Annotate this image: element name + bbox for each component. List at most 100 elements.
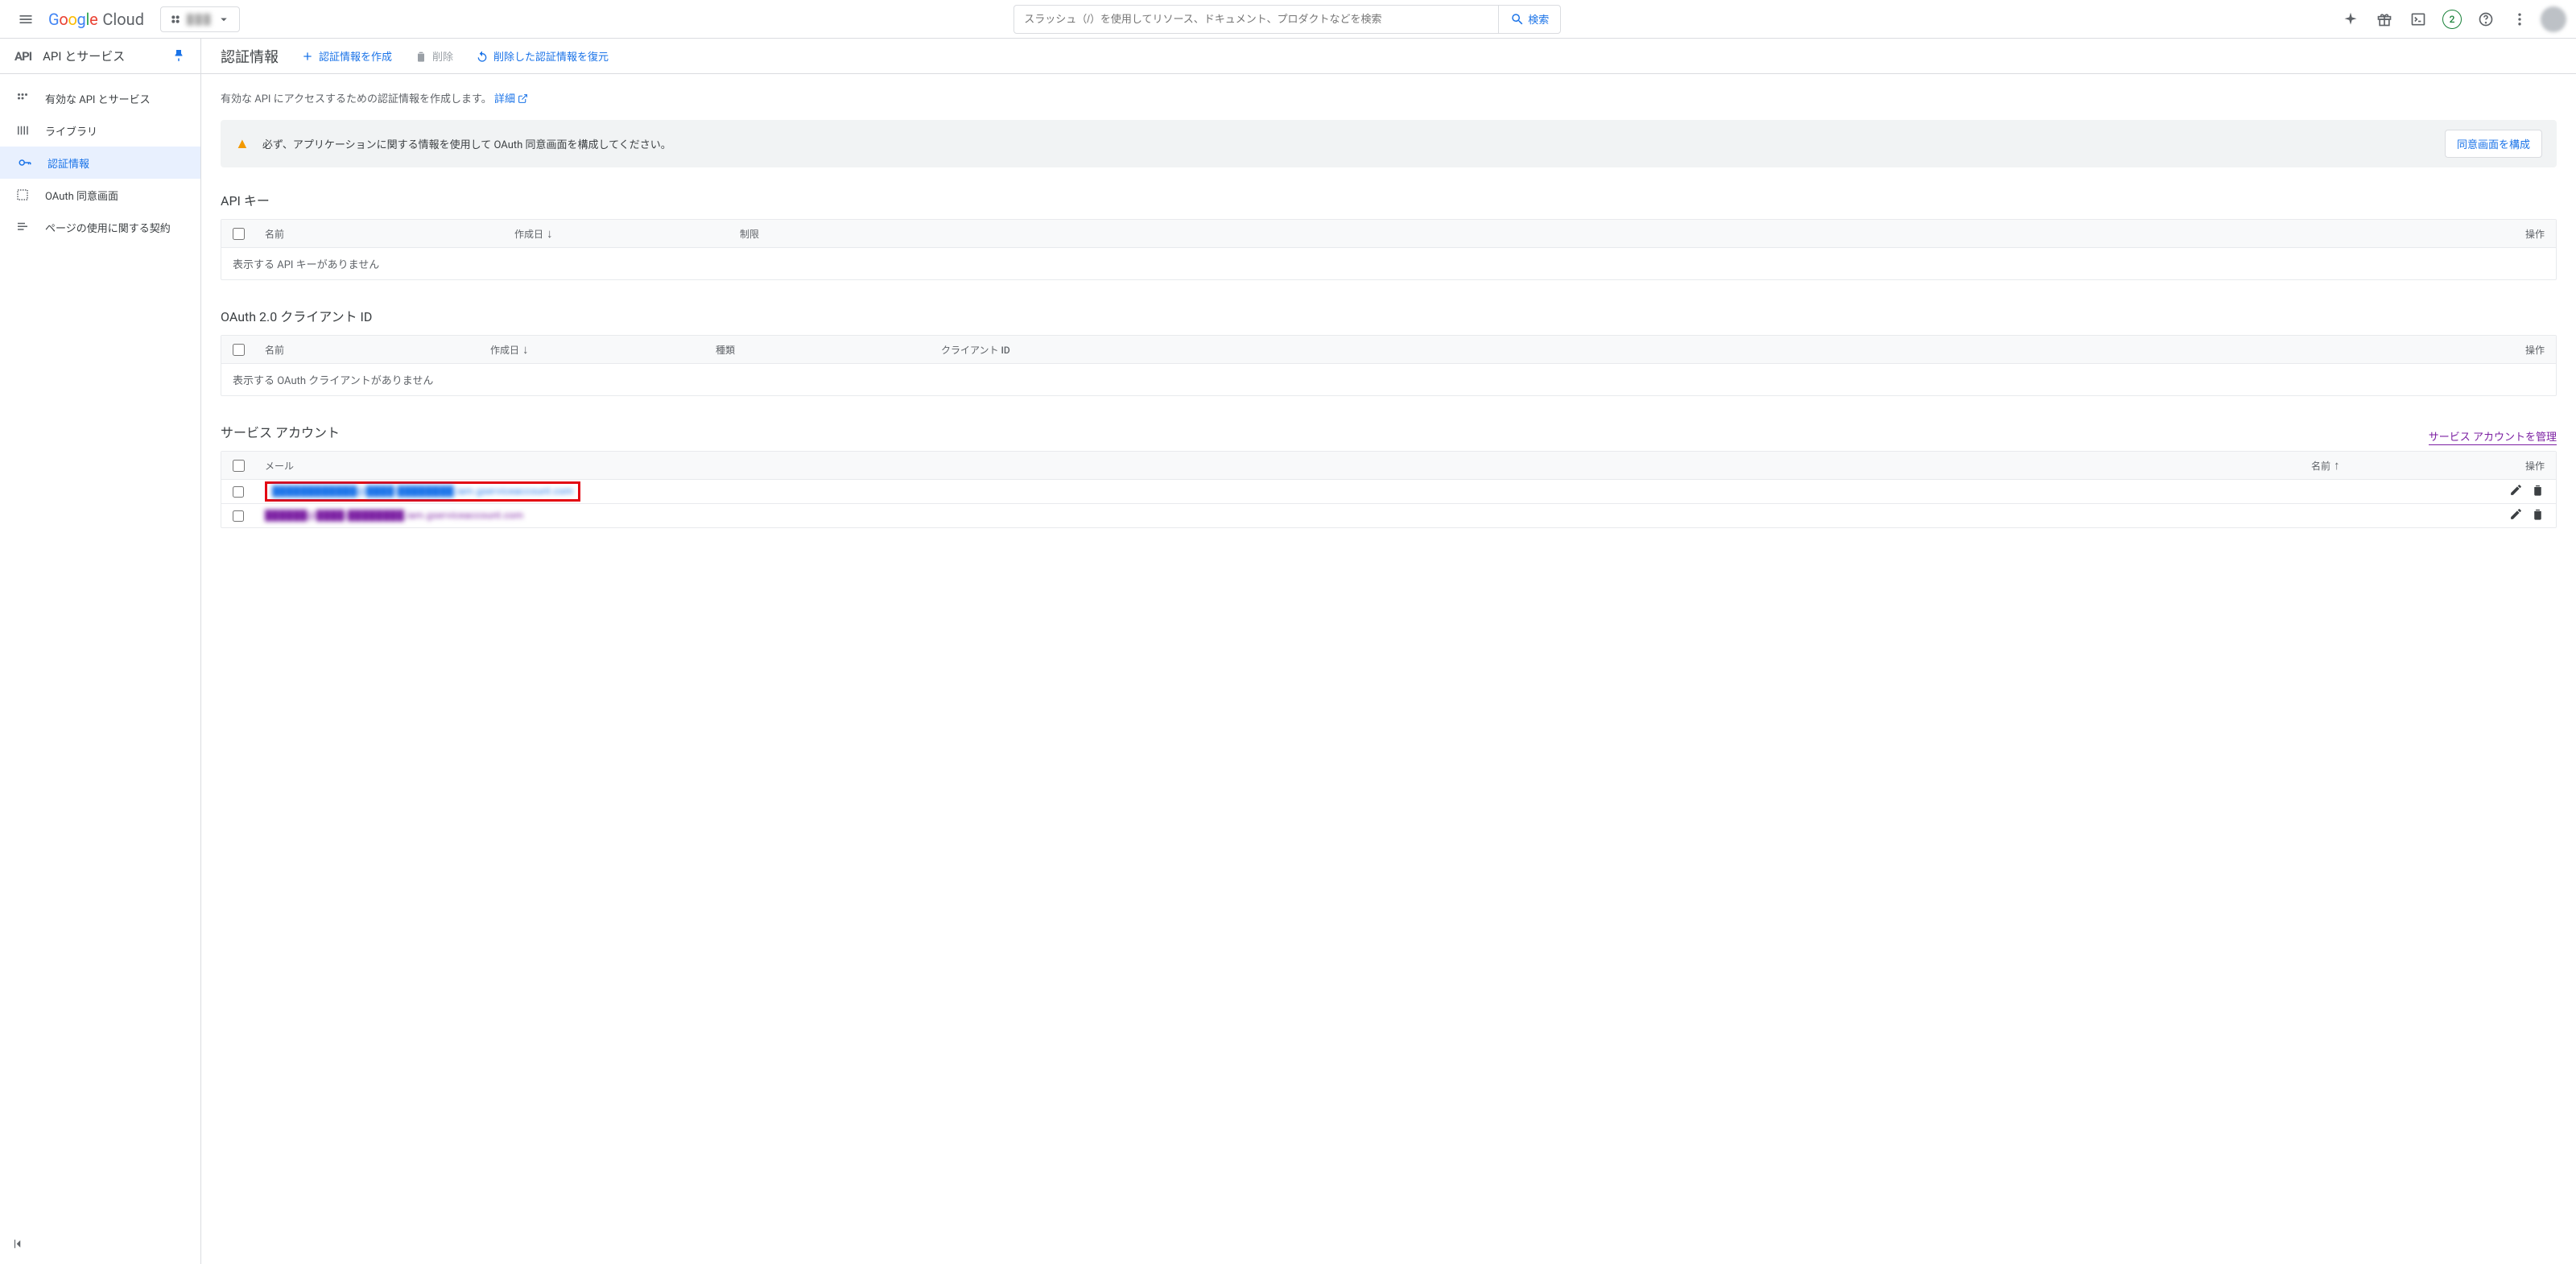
project-name-redacted: ███ bbox=[187, 14, 213, 25]
more-button[interactable] bbox=[2504, 3, 2536, 35]
sidebar-title: API とサービス bbox=[43, 48, 160, 64]
th-actions: 操作 bbox=[2504, 459, 2545, 473]
api-keys-section: API キー 名前 作成日 ↓ 制限 操作 表示する API キーがありません bbox=[221, 190, 2557, 280]
alert-text: 必ず、アプリケーションに関する情報を使用して OAuth 同意画面を構成してくだ… bbox=[262, 136, 671, 151]
plus-icon bbox=[301, 50, 314, 63]
th-name[interactable]: 名前 bbox=[265, 343, 490, 357]
table-row: ██████@████-████████.iam.gserviceaccount… bbox=[221, 503, 2556, 527]
help-icon bbox=[2478, 11, 2494, 27]
cloud-shell-button[interactable] bbox=[2402, 3, 2434, 35]
delete-row-button[interactable] bbox=[2531, 483, 2545, 501]
oauth-empty: 表示する OAuth クライアントがありません bbox=[221, 363, 2556, 395]
table-header: 名前 作成日 ↓ 制限 操作 bbox=[221, 220, 2556, 247]
nav-label: OAuth 同意画面 bbox=[45, 188, 118, 203]
api-keys-title: API キー bbox=[221, 190, 2557, 209]
nav-enabled-apis[interactable]: 有効な API とサービス bbox=[0, 82, 200, 114]
th-date[interactable]: 作成日 ↓ bbox=[514, 226, 740, 241]
service-accounts-table: メール 名前 ↑ 操作 ████████████@████-████████.i… bbox=[221, 451, 2557, 528]
project-hex-icon bbox=[169, 13, 182, 26]
configure-consent-button[interactable]: 同意画面を構成 bbox=[2445, 130, 2542, 158]
th-name[interactable]: 名前 bbox=[265, 227, 514, 241]
search-button[interactable]: 検索 bbox=[1498, 6, 1560, 33]
row-checkbox[interactable] bbox=[233, 510, 244, 522]
edit-button[interactable] bbox=[2509, 483, 2523, 501]
nav-library[interactable]: ライブラリ bbox=[0, 114, 200, 147]
collapse-sidebar-button[interactable] bbox=[11, 1237, 26, 1254]
delete-row-button[interactable] bbox=[2531, 507, 2545, 525]
table-header: 名前 作成日 ↓ 種類 クライアント ID 操作 bbox=[221, 336, 2556, 363]
google-cloud-logo[interactable]: Google Cloud bbox=[48, 10, 144, 29]
th-saname[interactable]: 名前 ↑ bbox=[2311, 458, 2504, 473]
nav-label: 認証情報 bbox=[47, 155, 89, 171]
top-header: Google Cloud ███ 検索 2 bbox=[0, 0, 2576, 39]
trash-icon bbox=[415, 50, 427, 63]
google-logo-text: Google bbox=[48, 10, 97, 29]
table-row: ████████████@████-████████.iam.gservicea… bbox=[221, 479, 2556, 503]
chevron-down-icon bbox=[217, 12, 231, 27]
sort-arrow-down-icon: ↓ bbox=[522, 342, 529, 357]
nav-page-usage[interactable]: ページの使用に関する契約 bbox=[0, 211, 200, 243]
restore-button[interactable]: 削除した認証情報を復元 bbox=[476, 48, 609, 64]
search-icon bbox=[1510, 12, 1525, 27]
manage-service-accounts-link[interactable]: サービス アカウントを管理 bbox=[2429, 428, 2557, 445]
delete-button[interactable]: 削除 bbox=[415, 48, 453, 64]
description-line: 有効な API にアクセスするための認証情報を作成します。 詳細 bbox=[221, 90, 2557, 105]
service-account-email-link[interactable]: ██████@████-████████.iam.gserviceaccount… bbox=[265, 510, 523, 521]
sidebar: API API とサービス 有効な API とサービス ライブラリ 認証情報 O… bbox=[0, 39, 201, 1264]
table-header: メール 名前 ↑ 操作 bbox=[221, 452, 2556, 479]
oauth-section: OAuth 2.0 クライアント ID 名前 作成日 ↓ 種類 クライアント I… bbox=[221, 306, 2557, 396]
select-all-checkbox[interactable] bbox=[233, 228, 245, 240]
restore-label: 削除した認証情報を復元 bbox=[493, 48, 609, 64]
notifications-button[interactable]: 2 bbox=[2436, 3, 2468, 35]
service-accounts-section: サービス アカウント サービス アカウントを管理 メール 名前 ↑ 操作 ███… bbox=[221, 422, 2557, 528]
select-all-checkbox[interactable] bbox=[233, 344, 245, 356]
nav-credentials[interactable]: 認証情報 bbox=[0, 147, 200, 179]
th-date[interactable]: 作成日 ↓ bbox=[490, 342, 716, 357]
delete-label: 削除 bbox=[432, 48, 453, 64]
oauth-title: OAuth 2.0 クライアント ID bbox=[221, 306, 2557, 325]
sidebar-header: API API とサービス bbox=[0, 39, 200, 74]
details-link[interactable]: 詳細 bbox=[494, 93, 528, 105]
select-all-checkbox[interactable] bbox=[233, 460, 245, 472]
th-actions: 操作 bbox=[2504, 343, 2545, 357]
search-input[interactable] bbox=[1014, 13, 1498, 25]
create-credentials-button[interactable]: 認証情報を作成 bbox=[301, 48, 392, 64]
edit-button[interactable] bbox=[2509, 507, 2523, 525]
undo-icon bbox=[476, 50, 489, 63]
terminal-icon bbox=[2410, 11, 2426, 27]
nav-list: 有効な API とサービス ライブラリ 認証情報 OAuth 同意画面 ページの… bbox=[0, 74, 200, 243]
menu-icon bbox=[18, 11, 34, 27]
page-title: 認証情報 bbox=[221, 46, 279, 67]
pencil-icon bbox=[2509, 483, 2523, 497]
pin-button[interactable] bbox=[171, 48, 186, 65]
header-icons: 2 bbox=[2334, 3, 2566, 35]
api-keys-table: 名前 作成日 ↓ 制限 操作 表示する API キーがありません bbox=[221, 219, 2557, 280]
create-label: 認証情報を作成 bbox=[319, 48, 392, 64]
th-email[interactable]: メール bbox=[265, 459, 2311, 473]
nav-label: 有効な API とサービス bbox=[45, 91, 151, 106]
gemini-icon-button[interactable] bbox=[2334, 3, 2367, 35]
free-trial-button[interactable] bbox=[2368, 3, 2401, 35]
page-header: 認証情報 認証情報を作成 削除 削除した認証情報を復元 bbox=[201, 39, 2576, 74]
th-kind[interactable]: 種類 bbox=[716, 343, 941, 357]
row-checkbox[interactable] bbox=[233, 486, 244, 498]
help-button[interactable] bbox=[2470, 3, 2502, 35]
service-account-email-link[interactable]: ████████████@████-████████.iam.gservicea… bbox=[272, 485, 573, 497]
dashboard-icon bbox=[14, 90, 31, 106]
oauth-table: 名前 作成日 ↓ 種類 クライアント ID 操作 表示する OAuth クライア… bbox=[221, 335, 2557, 396]
api-keys-empty: 表示する API キーがありません bbox=[221, 247, 2556, 279]
trash-icon bbox=[2531, 507, 2545, 521]
nav-oauth-consent[interactable]: OAuth 同意画面 bbox=[0, 179, 200, 211]
search-wrap: 検索 bbox=[246, 5, 2328, 34]
agreement-icon bbox=[14, 219, 31, 235]
sort-arrow-down-icon: ↓ bbox=[547, 226, 553, 241]
more-vert-icon bbox=[2512, 11, 2528, 27]
chevron-left-icon bbox=[11, 1237, 26, 1251]
th-clientid[interactable]: クライアント ID bbox=[941, 343, 2504, 357]
project-picker[interactable]: ███ bbox=[160, 6, 241, 32]
th-restrict[interactable]: 制限 bbox=[740, 227, 2504, 241]
th-actions: 操作 bbox=[2504, 227, 2545, 241]
hamburger-menu-button[interactable] bbox=[10, 3, 42, 35]
search-box: 検索 bbox=[1013, 5, 1561, 34]
account-avatar[interactable] bbox=[2541, 6, 2566, 32]
